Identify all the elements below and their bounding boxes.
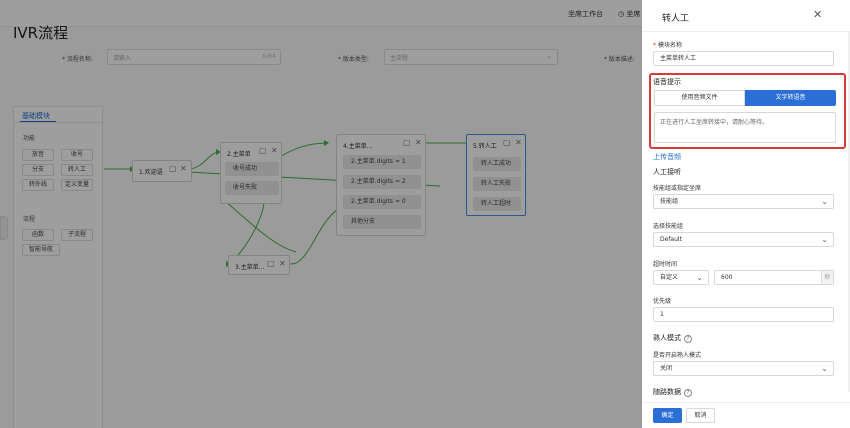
follow-data-section: 随路数据? xyxy=(653,387,692,397)
module-name-label: * 模块名称 xyxy=(653,40,682,49)
skill-select[interactable]: 技能组 ⌄ xyxy=(653,194,834,209)
divider xyxy=(642,31,850,32)
modal-mask[interactable] xyxy=(0,0,642,428)
group-select[interactable]: Default ⌄ xyxy=(653,232,834,247)
group-label: 选择技能组 xyxy=(653,223,684,230)
voice-prompt-label: 语音提示 xyxy=(653,78,681,86)
chevron-down-icon: ⌄ xyxy=(821,197,828,206)
timeout-unit: 秒 xyxy=(821,271,833,284)
skill-select-value: 技能组 xyxy=(660,198,679,205)
familiar-toggle-label: 是否开启熟人模式 xyxy=(653,352,702,359)
chevron-down-icon: ⌄ xyxy=(821,235,828,244)
help-icon[interactable]: ? xyxy=(684,335,692,343)
timeout-input[interactable]: 600 秒 xyxy=(714,270,834,285)
familiar-mode-value: 关闭 xyxy=(660,365,673,372)
chevron-down-icon: ⌄ xyxy=(696,273,703,282)
familiar-mode-select[interactable]: 关闭 ⌄ xyxy=(653,361,834,376)
timeout-mode-value: 自定义 xyxy=(660,274,679,281)
confirm-button[interactable]: 确定 xyxy=(653,408,682,423)
tab-text-to-speech[interactable]: 文字转语音 xyxy=(745,90,836,106)
timeout-label: 超时时间 xyxy=(653,261,678,268)
group-select-value: Default xyxy=(660,236,682,243)
timeout-value: 600 xyxy=(721,274,733,281)
tts-textarea[interactable]: 正在进行人工坐席转接中，请耐心等待。 xyxy=(654,112,836,143)
divider xyxy=(642,402,850,403)
close-icon[interactable]: ✕ xyxy=(813,9,822,21)
cancel-button[interactable]: 取消 xyxy=(686,408,715,423)
upload-audio-link[interactable]: 上传音频 xyxy=(653,152,681,162)
skill-label: 技能组或指定坐席 xyxy=(653,185,702,192)
familiar-mode-section: 熟人模式? xyxy=(653,333,692,343)
module-name-label-text: 模块名称 xyxy=(658,42,683,49)
drawer-title: 转人工 xyxy=(662,14,690,24)
follow-data-title: 随路数据 xyxy=(653,388,681,396)
timeout-mode-select[interactable]: 自定义 ⌄ xyxy=(653,270,709,285)
priority-label: 优先级 xyxy=(653,298,672,305)
agent-answer-section: 人工接听 xyxy=(653,168,681,176)
module-name-input[interactable]: 主菜单转人工 xyxy=(653,51,834,66)
required-mark: * xyxy=(653,42,656,49)
familiar-mode-title: 熟人模式 xyxy=(653,334,681,342)
chevron-down-icon: ⌄ xyxy=(821,364,828,373)
priority-input[interactable]: 1 xyxy=(653,307,834,322)
transfer-agent-drawer: 转人工 ✕ * 模块名称 主菜单转人工 语音提示 使用音频文件 文字转语音 正在进… xyxy=(642,0,850,428)
help-icon[interactable]: ? xyxy=(684,389,692,397)
tab-use-audio-file[interactable]: 使用音频文件 xyxy=(654,90,745,106)
